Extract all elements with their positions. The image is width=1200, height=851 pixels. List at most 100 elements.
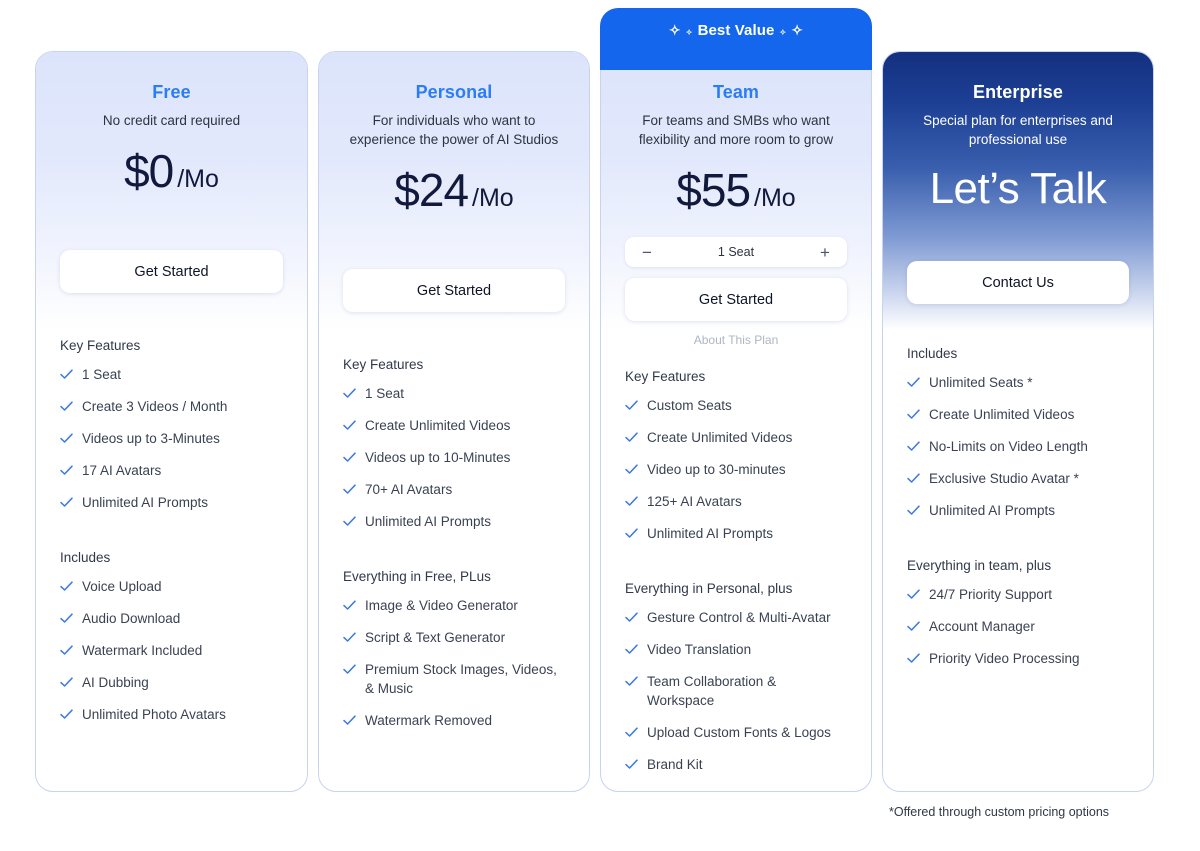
contact-us-button[interactable]: Contact Us bbox=[907, 261, 1129, 304]
feature-label: Image & Video Generator bbox=[365, 598, 518, 613]
decrease-seats-button[interactable]: − bbox=[639, 244, 655, 261]
section-title: Key Features bbox=[343, 357, 424, 372]
about-this-plan-link[interactable]: About This Plan bbox=[625, 333, 847, 347]
check-icon bbox=[60, 496, 73, 509]
feature-label: Unlimited AI Prompts bbox=[365, 514, 492, 529]
list-item: Videos up to 10-Minutes bbox=[343, 448, 565, 467]
list-item: Create Unlimited Videos bbox=[907, 405, 1129, 424]
check-icon bbox=[625, 463, 638, 476]
feature-label: Brand Kit bbox=[647, 757, 703, 772]
feature-label: Videos up to 10-Minutes bbox=[365, 450, 511, 465]
list-item: Gesture Control & Multi-Avatar bbox=[625, 608, 847, 627]
feature-list: Image & Video Generator Script & Text Ge… bbox=[343, 596, 565, 730]
list-item: Priority Video Processing bbox=[907, 649, 1129, 668]
feature-label: Unlimited AI Prompts bbox=[82, 495, 209, 510]
section-title: Includes bbox=[907, 346, 958, 361]
feature-list: 1 Seat Create Unlimited Videos Videos up… bbox=[343, 384, 565, 531]
check-icon bbox=[343, 663, 356, 676]
feature-list: 24/7 Priority Support Account Manager Pr… bbox=[907, 585, 1129, 668]
list-item: Upload Custom Fonts & Logos bbox=[625, 723, 847, 742]
check-icon bbox=[343, 451, 356, 464]
list-item: Custom Seats bbox=[625, 396, 847, 415]
list-item: Unlimited Photo Avatars bbox=[60, 705, 283, 724]
feature-label: Priority Video Processing bbox=[929, 651, 1080, 666]
check-icon bbox=[343, 631, 356, 644]
feature-label: 125+ AI Avatars bbox=[647, 494, 742, 509]
plan-name: Team bbox=[712, 82, 760, 102]
feature-label: Unlimited Photo Avatars bbox=[82, 707, 226, 722]
feature-list: 1 Seat Create 3 Videos / Month Videos up… bbox=[60, 365, 283, 512]
check-icon bbox=[907, 376, 920, 389]
feature-label: Account Manager bbox=[929, 619, 1035, 634]
list-item: Unlimited AI Prompts bbox=[60, 493, 283, 512]
feature-label: Create Unlimited Videos bbox=[365, 418, 511, 433]
check-icon bbox=[625, 495, 638, 508]
get-started-button-free[interactable]: Get Started bbox=[60, 250, 283, 293]
plan-description: No credit card required bbox=[102, 113, 241, 128]
section-title: Everything in Personal, plus bbox=[625, 581, 793, 596]
feature-label: Script & Text Generator bbox=[365, 630, 506, 645]
list-item: Create 3 Videos / Month bbox=[60, 397, 283, 416]
pricing-table: ✧ ✧ Best Value ✧ ✧ Free No credit card r… bbox=[0, 0, 1200, 851]
feature-label: Exclusive Studio Avatar * bbox=[929, 471, 1079, 486]
plan-name: Personal bbox=[415, 82, 493, 102]
plan-price: $0 /Mo bbox=[60, 148, 283, 194]
check-icon bbox=[343, 714, 356, 727]
list-item: No-Limits on Video Length bbox=[907, 437, 1129, 456]
feature-label: AI Dubbing bbox=[82, 675, 149, 690]
list-item: Unlimited AI Prompts bbox=[625, 524, 847, 543]
list-item: Premium Stock Images, Videos, & Music bbox=[343, 660, 565, 698]
feature-label: Create 3 Videos / Month bbox=[82, 399, 228, 414]
list-item: Video up to 30-minutes bbox=[625, 460, 847, 479]
plan-card-enterprise: Enterprise Special plan for enterprises … bbox=[882, 51, 1154, 792]
features-section: Key Features 1 Seat Create Unlimited Vid… bbox=[343, 357, 565, 531]
check-icon bbox=[625, 726, 638, 739]
list-item: Video Translation bbox=[625, 640, 847, 659]
price-amount: $24 bbox=[394, 164, 469, 216]
check-icon bbox=[907, 440, 920, 453]
section-title: Key Features bbox=[625, 369, 706, 384]
price-period: /Mo bbox=[472, 184, 514, 212]
includes-section: Includes Voice Upload Audio Download Wat… bbox=[60, 550, 283, 724]
list-item: Watermark Removed bbox=[343, 711, 565, 730]
check-icon bbox=[343, 483, 356, 496]
sparkle-icon: ✧ bbox=[668, 22, 681, 38]
price-amount: $55 bbox=[676, 164, 751, 216]
list-item: AI Dubbing bbox=[60, 673, 283, 692]
check-icon bbox=[625, 675, 638, 688]
feature-label: 1 Seat bbox=[365, 386, 405, 401]
seat-stepper[interactable]: − 1 Seat + bbox=[625, 237, 847, 267]
get-started-button-personal[interactable]: Get Started bbox=[343, 269, 565, 312]
check-icon bbox=[343, 419, 356, 432]
check-icon bbox=[907, 620, 920, 633]
increase-seats-button[interactable]: + bbox=[817, 244, 833, 261]
plan-card-free: Free No credit card required $0 /Mo Get … bbox=[35, 51, 308, 792]
features-section: Key Features Custom Seats Create Unlimit… bbox=[625, 369, 847, 543]
everything-in-section: Everything in Personal, plus Gesture Con… bbox=[625, 581, 847, 774]
feature-list: Unlimited Seats * Create Unlimited Video… bbox=[907, 373, 1129, 520]
check-icon bbox=[343, 515, 356, 528]
feature-label: Gesture Control & Multi-Avatar bbox=[647, 610, 831, 625]
list-item: 70+ AI Avatars bbox=[343, 480, 565, 499]
sparkle-small-icon: ✧ bbox=[685, 28, 693, 37]
check-icon bbox=[625, 399, 638, 412]
get-started-button-team[interactable]: Get Started bbox=[625, 278, 847, 321]
list-item: 1 Seat bbox=[343, 384, 565, 403]
feature-label: 17 AI Avatars bbox=[82, 463, 162, 478]
check-icon bbox=[60, 612, 73, 625]
section-title: Includes bbox=[60, 550, 111, 565]
list-item: Create Unlimited Videos bbox=[625, 428, 847, 447]
feature-label: Watermark Removed bbox=[365, 713, 493, 728]
includes-section: Includes Unlimited Seats * Create Unlimi… bbox=[907, 346, 1129, 520]
feature-label: Audio Download bbox=[82, 611, 181, 626]
list-item: 125+ AI Avatars bbox=[625, 492, 847, 511]
check-icon bbox=[907, 504, 920, 517]
best-value-label: Best Value bbox=[697, 21, 775, 39]
list-item: 1 Seat bbox=[60, 365, 283, 384]
check-icon bbox=[60, 368, 73, 381]
check-icon bbox=[60, 432, 73, 445]
check-icon bbox=[907, 652, 920, 665]
check-icon bbox=[625, 431, 638, 444]
section-title: Everything in team, plus bbox=[907, 558, 1052, 573]
everything-in-section: Everything in Free, PLus Image & Video G… bbox=[343, 569, 565, 730]
